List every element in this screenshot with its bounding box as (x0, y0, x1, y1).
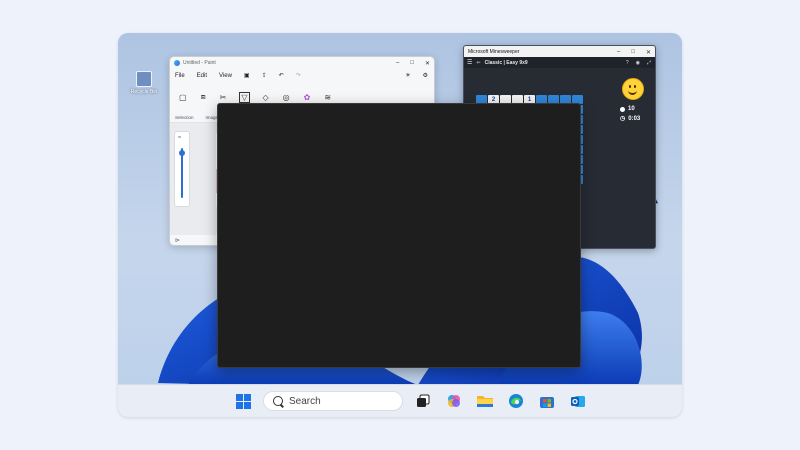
minimize-button[interactable]: – (617, 49, 620, 55)
minesweeper-toolbar: ☰ ⇐ Classic | Easy 9x9 ? ◉ ⤢ (464, 57, 655, 68)
redo-icon[interactable]: ↷ (296, 72, 301, 79)
edge-icon (509, 394, 523, 408)
smiley-face-icon[interactable] (622, 78, 644, 100)
start-button[interactable] (232, 390, 254, 412)
expand-icon[interactable]: ⤢ (647, 60, 651, 66)
task-view-button[interactable] (412, 390, 434, 412)
close-button[interactable]: ✕ (646, 49, 651, 56)
mine-counter: 10 (616, 106, 650, 112)
maximize-button[interactable]: □ (631, 49, 635, 55)
help-icon[interactable]: ? (626, 60, 629, 66)
maximize-button[interactable]: □ (410, 60, 414, 66)
minesweeper-titlebar[interactable]: Microsoft Minesweeper – □ ✕ (464, 46, 655, 57)
blank-dark-window[interactable] (217, 103, 581, 368)
close-button[interactable]: ✕ (425, 60, 430, 67)
clock-icon: ◷ (620, 116, 626, 122)
file-explorer-button[interactable] (474, 390, 496, 412)
paint-menubar: File Edit View ▣ ⇪ ↶ ↷ ☀ ⚙ (170, 69, 434, 82)
search-placeholder: Search (289, 395, 321, 407)
game-mode-label[interactable]: Classic | Easy 9x9 (485, 60, 528, 66)
paint-titlebar[interactable]: Untitled - Paint – □ ✕ (170, 57, 434, 69)
recycle-bin-icon (136, 71, 152, 87)
slider-knob[interactable] (179, 150, 185, 156)
folder-icon (477, 396, 493, 407)
edge-browser-button[interactable] (505, 390, 527, 412)
taskbar-search-box[interactable]: Search (263, 391, 403, 411)
brush-size-slider[interactable]: ≈ (174, 131, 190, 207)
copilot-icon[interactable]: ✿ (304, 93, 311, 102)
outlook-button[interactable] (567, 390, 589, 412)
menu-hamburger-icon[interactable]: ☰ (467, 59, 472, 66)
search-icon (273, 396, 283, 406)
menu-file[interactable]: File (175, 73, 185, 79)
microsoft-store-button[interactable] (536, 390, 558, 412)
task-view-icon (417, 394, 430, 407)
recycle-bin-label: Recycle Bin (130, 89, 158, 95)
share-icon[interactable]: ⇪ (262, 72, 267, 79)
desktop: Recycle Bin Untitled - Paint – □ ✕ File … (118, 33, 682, 417)
game-status-panel: 10 ◷ 0:03 (616, 78, 650, 125)
menu-view[interactable]: View (219, 73, 232, 79)
copilot-button[interactable] (443, 390, 465, 412)
minesweeper-title: Microsoft Minesweeper (468, 48, 520, 55)
user-icon[interactable]: ◉ (636, 60, 640, 66)
back-arrow-icon[interactable]: ⇐ (476, 60, 480, 66)
settings-gear-icon[interactable]: ⚙ (423, 72, 428, 79)
cursor-position-icon: ⊳ (175, 238, 181, 244)
brush-size-icon: ≈ (178, 135, 182, 141)
timer-value: 0:03 (628, 115, 641, 122)
menu-edit[interactable]: Edit (197, 73, 207, 79)
mine-icon (620, 106, 625, 112)
selection-tool-icon[interactable]: ▢ (179, 93, 187, 102)
paint-app-icon (174, 60, 180, 66)
shapes-icon[interactable]: ◇ (263, 93, 269, 102)
layers-icon[interactable]: ≋ (324, 93, 331, 102)
paint-title: Untitled - Paint (183, 60, 216, 66)
save-icon[interactable]: ▣ (244, 72, 250, 79)
brightness-icon[interactable]: ☀ (405, 72, 410, 79)
brushes-icon[interactable]: ▽ (239, 91, 250, 103)
tools-icon[interactable]: ✂ (220, 93, 227, 102)
mine-count: 10 (628, 106, 635, 112)
ribbon-label-selection: Selection (175, 114, 194, 120)
outlook-icon (571, 396, 585, 407)
minimize-button[interactable]: – (396, 60, 399, 66)
taskbar: Search (118, 384, 682, 417)
undo-icon[interactable]: ↶ (279, 72, 284, 79)
copilot-icon (448, 395, 460, 407)
windows-logo-icon (235, 393, 251, 409)
recycle-bin-shortcut[interactable]: Recycle Bin (124, 71, 164, 95)
colors-palette-icon[interactable]: ◎ (283, 93, 290, 102)
store-icon (540, 397, 554, 408)
image-crop-icon[interactable]: ⧈ (201, 92, 206, 102)
game-timer: ◷ 0:03 (616, 115, 650, 123)
